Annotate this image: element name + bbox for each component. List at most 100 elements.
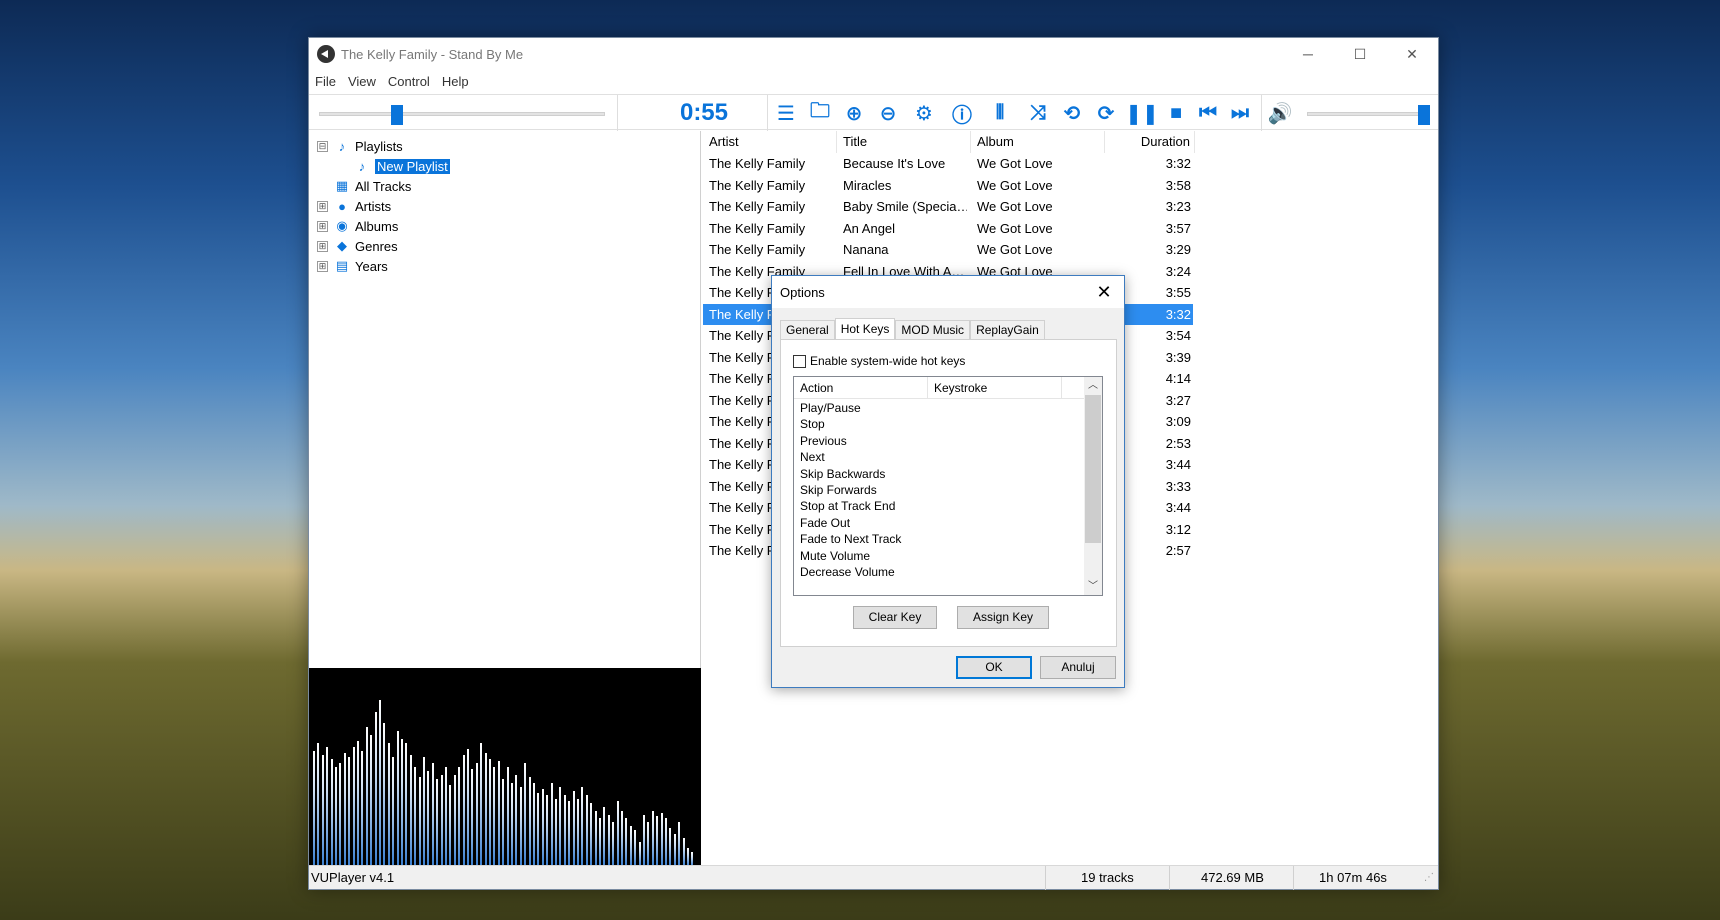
hotkey-action-row[interactable]: Stop at Track End: [800, 497, 895, 515]
tree-item-years[interactable]: ⊞ ▤ Years: [317, 257, 388, 275]
seek-thumb[interactable]: [391, 105, 403, 125]
tree-item-all-tracks[interactable]: ▦ All Tracks: [335, 177, 412, 195]
spectrum-bar: [555, 799, 557, 866]
toolbar-separator: [767, 95, 768, 131]
track-row[interactable]: The Kelly Family Nanana We Got Love 3:29: [703, 239, 1193, 260]
expand-icon[interactable]: ⊞: [317, 220, 328, 232]
dialog-close-button[interactable]: ✕: [1092, 280, 1116, 304]
repeat-all-icon[interactable]: ⟳: [1091, 98, 1121, 128]
scroll-up-icon[interactable]: ︿: [1084, 377, 1102, 394]
remove-icon[interactable]: ⊖: [873, 98, 903, 128]
spectrum-bar: [321, 755, 324, 866]
expand-icon[interactable]: ⊞: [317, 260, 328, 272]
column-header-keystroke[interactable]: Keystroke: [928, 377, 1062, 399]
clear-key-button[interactable]: Clear Key: [853, 606, 937, 629]
hotkey-action-row[interactable]: Play/Pause: [800, 399, 861, 417]
track-row[interactable]: The Kelly Family Miracles We Got Love 3:58: [703, 175, 1193, 196]
column-header-action[interactable]: Action: [794, 377, 928, 399]
hotkey-action-row[interactable]: Stop: [800, 415, 825, 433]
spectrum-bar: [572, 791, 575, 866]
menu-file[interactable]: File: [309, 74, 342, 89]
maximize-button[interactable]: ☐: [1334, 38, 1386, 70]
column-header-title[interactable]: Title: [837, 131, 971, 153]
tree-item-artists[interactable]: ⊞ ● Artists: [317, 197, 391, 215]
resize-grip-icon[interactable]: ⋰: [1424, 866, 1434, 890]
column-header-artist[interactable]: Artist: [703, 131, 837, 153]
add-icon[interactable]: ⊕: [839, 98, 869, 128]
track-row[interactable]: The Kelly Family Baby Smile (Specia… We Go…: [703, 196, 1193, 217]
column-header-album[interactable]: Album: [971, 131, 1105, 153]
minimize-button[interactable]: ─: [1282, 38, 1334, 70]
menu-help[interactable]: Help: [436, 74, 475, 89]
hotkey-action-row[interactable]: Fade Out: [800, 514, 850, 532]
spectrum-bar: [489, 759, 491, 866]
track-duration: 3:23: [1165, 199, 1191, 214]
hotkey-action-row[interactable]: Skip Backwards: [800, 465, 885, 483]
tree-item-genres[interactable]: ⊞ ◆ Genres: [317, 237, 398, 255]
track-row[interactable]: The Kelly Family An Angel We Got Love 3:57: [703, 218, 1193, 239]
expand-icon[interactable]: ⊞: [317, 240, 328, 252]
info-icon[interactable]: ⓘ: [947, 98, 977, 128]
toolbar-separator: [1261, 95, 1262, 131]
spectrum-bar: [317, 743, 320, 866]
repeat-track-icon[interactable]: ⟲: [1057, 98, 1087, 128]
collapse-icon[interactable]: ⊟: [317, 140, 328, 152]
assign-key-button[interactable]: Assign Key: [957, 606, 1049, 629]
volume-icon[interactable]: 🔊: [1265, 98, 1295, 128]
hotkey-action-row[interactable]: Mute Volume: [800, 547, 870, 565]
spectrum-bar: [515, 775, 518, 866]
menu-control[interactable]: Control: [382, 74, 436, 89]
tree-item-albums[interactable]: ⊞ ◉ Albums: [317, 217, 398, 235]
spectrum-bar: [357, 741, 359, 866]
hotkey-action-row[interactable]: Decrease Volume: [800, 563, 895, 581]
spectrum-bar: [577, 799, 579, 866]
tab-mod-music[interactable]: MOD Music: [895, 320, 971, 340]
scroll-thumb[interactable]: [1085, 395, 1101, 543]
expand-icon[interactable]: ⊞: [317, 200, 328, 212]
hotkey-scrollbar[interactable]: ︿ ﹀: [1084, 377, 1102, 595]
track-duration: 3:58: [1165, 177, 1191, 193]
spectrum-bar: [440, 775, 443, 866]
add-folder-icon[interactable]: 🗀: [805, 98, 835, 128]
track-album: We Got Love: [977, 177, 1053, 193]
tree-item-playlists[interactable]: ⊟ ♪ Playlists: [317, 137, 403, 155]
seek-bar[interactable]: [319, 105, 605, 125]
spectrum-bar: [643, 815, 645, 866]
close-button[interactable]: ✕: [1386, 38, 1438, 70]
shuffle-icon[interactable]: ⤨: [1023, 98, 1053, 128]
ok-button[interactable]: OK: [956, 656, 1032, 679]
tab-general[interactable]: General: [780, 320, 835, 340]
spectrum-bar: [568, 801, 571, 866]
spectrum-bar: [519, 787, 522, 866]
spectrum-bar: [550, 783, 553, 866]
tree-label: Years: [355, 258, 388, 274]
volume-thumb[interactable]: [1418, 105, 1430, 125]
tab-replaygain[interactable]: ReplayGain: [970, 320, 1045, 340]
previous-icon[interactable]: ⏮: [1193, 98, 1223, 128]
hotkeys-checkbox-row[interactable]: Enable system-wide hot keys: [793, 354, 965, 368]
tree-item-new-playlist[interactable]: ♪ New Playlist: [355, 157, 450, 175]
cancel-button[interactable]: Anuluj: [1040, 656, 1116, 679]
next-icon[interactable]: ⏭: [1225, 98, 1255, 128]
pause-icon[interactable]: ❚❚: [1125, 98, 1159, 128]
spectrum-bar: [506, 767, 509, 866]
scroll-down-icon[interactable]: ﹀: [1084, 578, 1102, 595]
stop-icon[interactable]: ■: [1161, 98, 1191, 128]
hotkey-action-row[interactable]: Previous: [800, 432, 847, 450]
settings-icon[interactable]: ⚙: [909, 98, 939, 128]
track-row[interactable]: The Kelly Family Because It's Love We Got …: [703, 153, 1193, 174]
hotkey-action-row[interactable]: Next: [800, 448, 825, 466]
track-artist: The Kelly Family: [709, 156, 806, 171]
enable-hotkeys-checkbox[interactable]: [793, 354, 806, 368]
playlist-icon[interactable]: ☰: [771, 98, 801, 128]
volume-slider[interactable]: [1307, 105, 1430, 125]
menu-view[interactable]: View: [342, 74, 382, 89]
spectrum-bar: [414, 767, 417, 866]
eq-icon[interactable]: ⦀: [985, 98, 1015, 128]
tab-hot-keys[interactable]: Hot Keys: [834, 318, 896, 340]
hotkey-action-row[interactable]: Fade to Next Track: [800, 530, 901, 548]
spectrum-bar: [647, 822, 650, 866]
spectrum-bar: [480, 743, 483, 866]
column-header-duration[interactable]: Duration: [1105, 131, 1195, 153]
hotkey-action-row[interactable]: Skip Forwards: [800, 481, 877, 499]
